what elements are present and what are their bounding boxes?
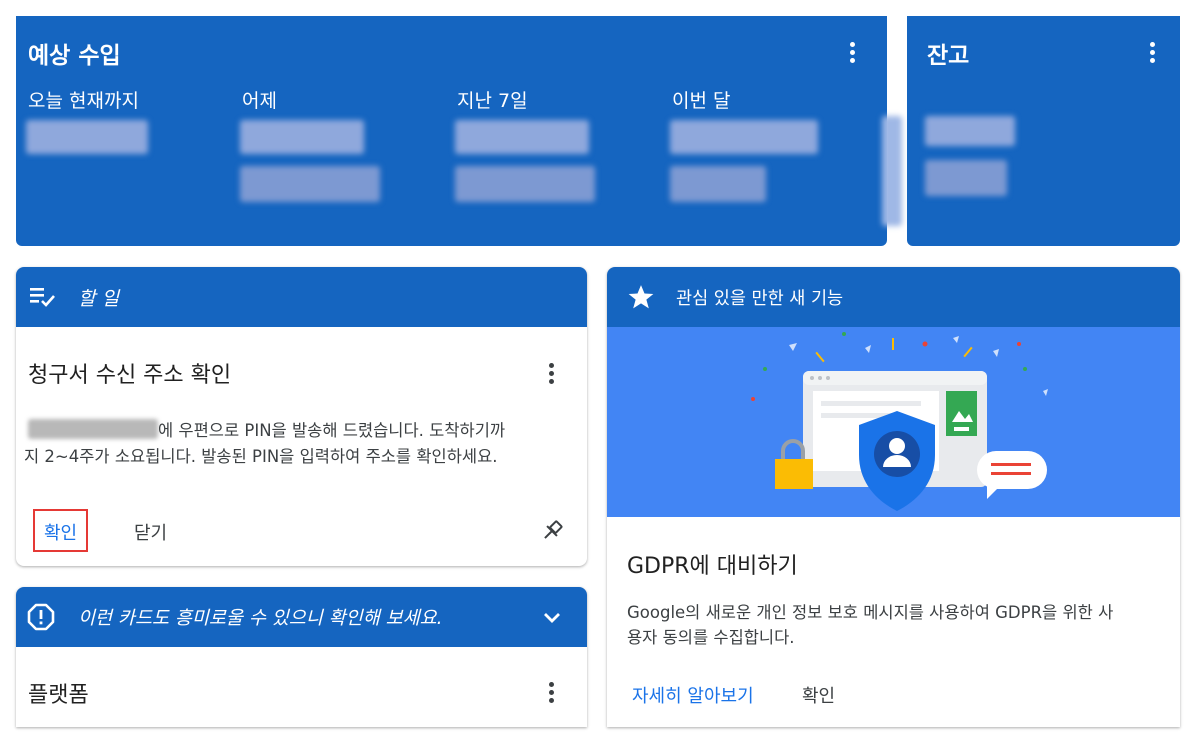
redacted-value xyxy=(882,116,902,226)
gdpr-illustration-graphic xyxy=(751,332,1048,511)
redacted-value xyxy=(670,166,766,202)
redacted-value xyxy=(455,166,595,202)
new-features-header-label: 관심 있을 만한 새 기능 xyxy=(676,289,844,309)
todo-body-line1: 에 우편으로 PIN을 발송해 드렸습니다. 도착하기까 xyxy=(158,421,506,440)
redacted-value xyxy=(670,120,818,154)
gdpr-illustration xyxy=(607,327,1180,517)
new-features-header: 관심 있을 만한 새 기능 xyxy=(607,267,1180,327)
playlist-check-icon xyxy=(30,288,55,307)
new-features-card: 관심 있을 만한 새 기능 GDPR에 대비하기 Google의 새로운 개인 … xyxy=(607,267,1180,727)
estimated-earnings-title: 예상 수입 xyxy=(28,43,121,69)
alert-octagon-icon xyxy=(27,603,55,631)
gdpr-confirm-button[interactable]: 확인 xyxy=(802,682,835,708)
redacted-value xyxy=(455,120,589,154)
stat-label-last-7-days: 지난 7일 xyxy=(457,90,528,112)
redacted-value xyxy=(240,166,380,202)
todo-card: 할 일 청구서 수신 주소 확인 에 우편으로 PIN을 발송해 드렸습니다. … xyxy=(16,267,587,566)
gdpr-body-line1: Google의 새로운 개인 정보 보호 메시지를 사용하여 GDPR을 위한 … xyxy=(627,603,1114,622)
redacted-value xyxy=(925,160,1007,196)
todo-body-line2: 지 2~4주가 소요됩니다. 발송된 PIN을 입력하여 주소를 확인하세요. xyxy=(24,447,498,466)
redacted-value xyxy=(26,120,148,154)
todo-card-menu-icon[interactable] xyxy=(539,361,563,385)
todo-close-button[interactable]: 닫기 xyxy=(134,519,167,545)
star-icon xyxy=(628,285,654,309)
platform-title: 플랫폼 xyxy=(28,683,89,708)
chevron-down-icon[interactable] xyxy=(540,605,564,629)
redacted-value xyxy=(240,120,364,154)
gdpr-title: GDPR에 대비하기 xyxy=(627,554,798,579)
stat-label-today: 오늘 현재까지 xyxy=(28,90,139,112)
balance-menu-icon[interactable] xyxy=(1140,40,1164,64)
balance-card: 잔고 xyxy=(907,16,1180,246)
suggestion-bar[interactable]: 이런 카드도 흥미로울 수 있으니 확인해 보세요. xyxy=(16,587,587,647)
stat-label-this-month: 이번 달 xyxy=(672,90,731,112)
estimated-earnings-card: 예상 수입 오늘 현재까지 어제 지난 7일 이번 달 xyxy=(16,16,902,246)
todo-card-title: 청구서 수신 주소 확인 xyxy=(28,363,232,388)
stat-label-yesterday: 어제 xyxy=(242,90,277,112)
redacted-address xyxy=(28,419,158,439)
gdpr-body-line2: 용자 동의를 수집합니다. xyxy=(627,628,795,647)
redacted-value xyxy=(925,116,1015,146)
platform-menu-icon[interactable] xyxy=(539,680,563,704)
todo-header-label: 할 일 xyxy=(78,288,119,310)
pin-icon[interactable] xyxy=(540,519,564,543)
learn-more-button[interactable]: 자세히 알아보기 xyxy=(632,682,754,708)
platform-card: 이런 카드도 흥미로울 수 있으니 확인해 보세요. 플랫폼 xyxy=(16,587,587,727)
suggestion-text: 이런 카드도 흥미로울 수 있으니 확인해 보세요. xyxy=(78,608,443,629)
balance-title: 잔고 xyxy=(927,43,970,69)
estimated-earnings-menu-icon[interactable] xyxy=(840,40,864,64)
todo-confirm-button[interactable]: 확인 xyxy=(44,519,77,545)
todo-header: 할 일 xyxy=(16,267,587,327)
